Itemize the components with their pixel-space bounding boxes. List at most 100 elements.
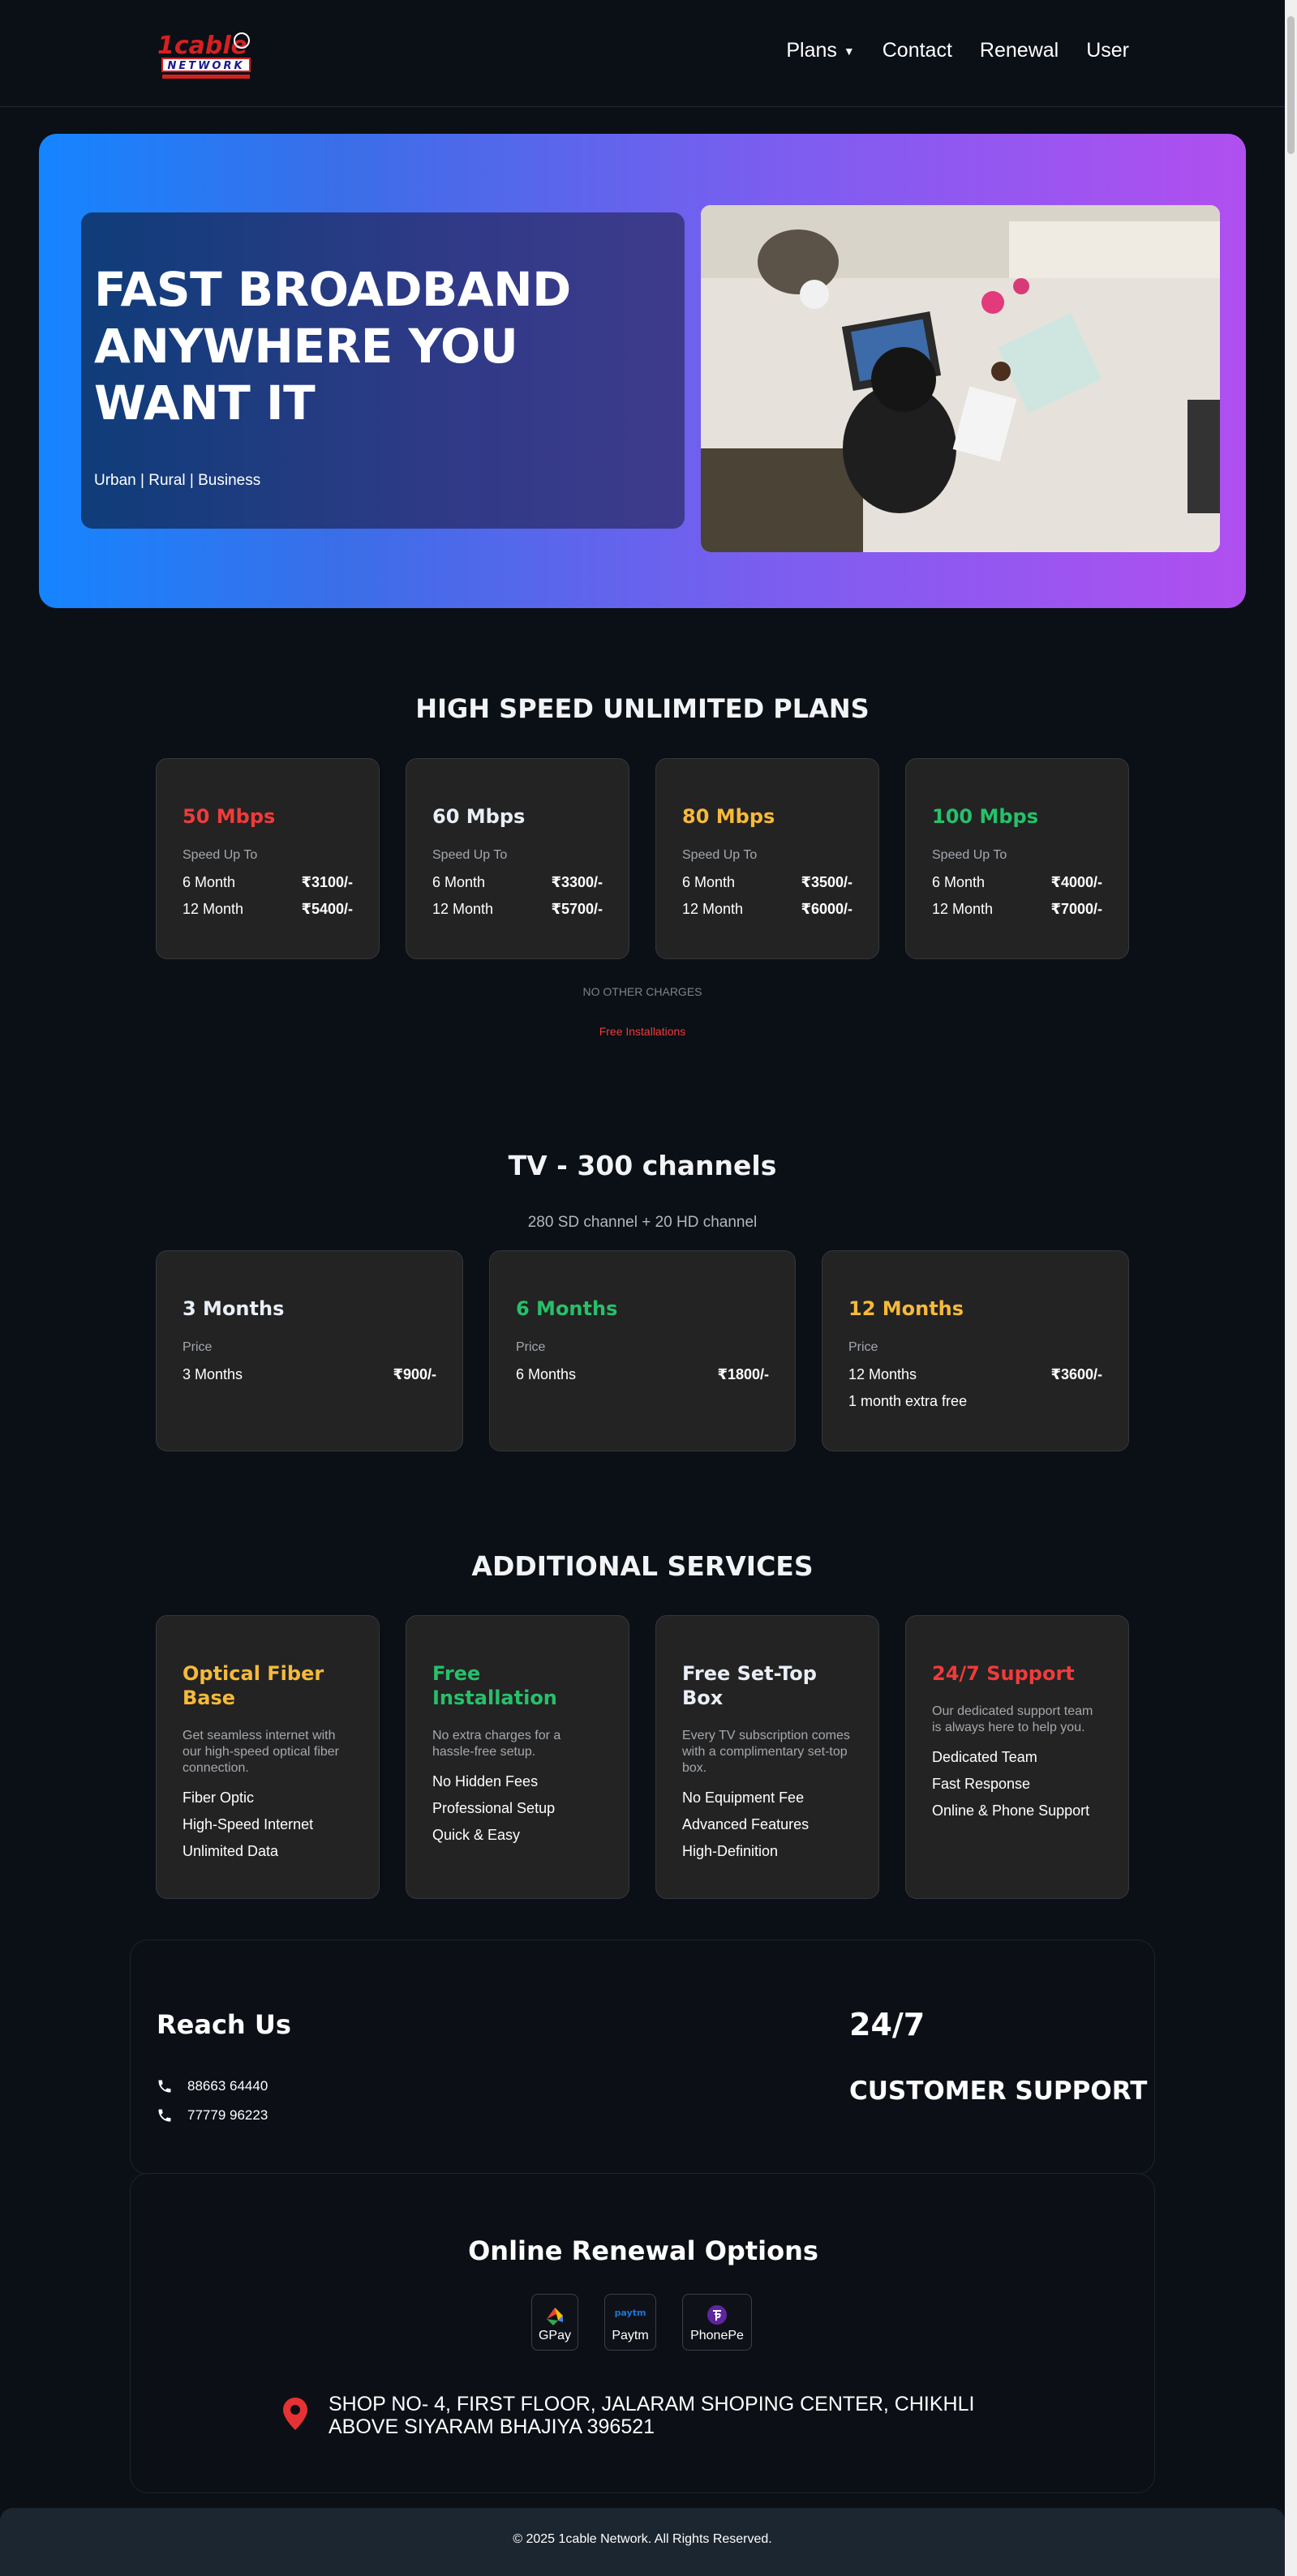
- plan-price: ₹7000/-: [1050, 901, 1102, 917]
- service-feature: Unlimited Data: [183, 1843, 279, 1859]
- hero-image: [701, 205, 1220, 552]
- hero-subtitle: Urban | Rural | Business: [94, 472, 261, 489]
- plan-card[interactable]: 60 Mbps Speed Up To 6 Month ₹3300/- 12 Mo…: [406, 758, 629, 959]
- services-heading: ADDITIONAL SERVICES: [471, 1550, 814, 1582]
- phonepe-label: PhonePe: [690, 2329, 744, 2342]
- tv-plan-card[interactable]: 12 Months Price 12 Months ₹3600/- 1 month…: [822, 1250, 1129, 1451]
- service-feature: No Hidden Fees: [432, 1773, 539, 1789]
- copyright-text: © 2025 1cable Network. All Rights Reserv…: [513, 2532, 772, 2546]
- service-title: Free Set-Top Box: [682, 1662, 817, 1709]
- nav-plans[interactable]: Plans ▼: [786, 39, 854, 62]
- phonepe-option[interactable]: PhonePe: [682, 2294, 752, 2351]
- nav-links: Plans ▼ Contact Renewal User: [786, 39, 1129, 62]
- tv-heading: TV - 300 channels: [508, 1150, 777, 1181]
- tv-plan-bonus: 1 month extra free: [848, 1393, 968, 1409]
- phone-number-1[interactable]: 88663 64440: [157, 2078, 268, 2094]
- tv-plan-label: Price: [183, 1340, 213, 1354]
- plan-price: ₹4000/-: [1050, 874, 1102, 890]
- service-feature: Fast Response: [932, 1776, 1031, 1792]
- gpay-option[interactable]: GPay: [531, 2294, 578, 2351]
- service-feature: Dedicated Team: [932, 1749, 1037, 1765]
- phone-icon: [158, 2109, 171, 2122]
- nav-plans-label[interactable]: Plans: [786, 39, 837, 62]
- plan-label: Speed Up To: [432, 848, 508, 862]
- contact-section: Reach Us 88663 64440 77779 96223 24/7 CU…: [130, 1940, 1155, 2175]
- nav-contact[interactable]: Contact: [883, 39, 952, 62]
- caret-down-icon[interactable]: ▼: [844, 45, 855, 58]
- plan-speed: 80 Mbps: [682, 805, 775, 828]
- service-card: Free Set-Top Box Every TV subscription c…: [655, 1615, 879, 1899]
- service-description: Our dedicated support team is always her…: [932, 1704, 1093, 1734]
- service-card: Free Installation No extra charges for a…: [406, 1615, 629, 1899]
- plan-row-6m: 6 Month ₹3300/-: [432, 874, 603, 891]
- service-features: No Hidden Fees Professional Setup Quick …: [432, 1768, 603, 1849]
- reach-us-heading: Reach Us: [157, 2009, 291, 2040]
- plan-speed: 100 Mbps: [932, 805, 1038, 828]
- svg-text:1cable: 1cable: [157, 32, 247, 60]
- service-features: Fiber Optic High-Speed Internet Unlimite…: [183, 1785, 353, 1865]
- address-line-2: ABOVE SIYARAM BHAJIYA 396521: [329, 2415, 655, 2438]
- page-scrollbar[interactable]: [1285, 0, 1297, 2576]
- service-feature: Professional Setup: [432, 1800, 556, 1816]
- plan-term: 6 Month: [183, 874, 236, 890]
- plan-speed: 60 Mbps: [432, 805, 526, 828]
- gpay-label: GPay: [538, 2329, 571, 2342]
- scrollbar-thumb[interactable]: [1287, 16, 1295, 154]
- tv-plan-card[interactable]: 3 Months Price 3 Months ₹900/-: [156, 1250, 463, 1451]
- phone-icon: [158, 2080, 171, 2093]
- service-feature: High-Speed Internet: [183, 1816, 314, 1832]
- paytm-option[interactable]: paytm Paytm: [604, 2294, 656, 2351]
- no-other-charges-note: NO OTHER CHARGES: [582, 985, 702, 998]
- plan-row-6m: 6 Month ₹3100/-: [183, 874, 353, 891]
- plan-card[interactable]: 50 Mbps Speed Up To 6 Month ₹3100/- 12 Mo…: [156, 758, 380, 959]
- plan-term: 6 Month: [682, 874, 736, 890]
- svg-text:paytm: paytm: [615, 2308, 646, 2318]
- phone-number-2[interactable]: 77779 96223: [157, 2107, 268, 2124]
- shop-address: SHOP NO- 4, FIRST FLOOR, JALARAM SHOPING…: [329, 2393, 974, 2438]
- top-navbar: 1cable NETWORK Plans ▼ Contact Renewal U…: [0, 0, 1285, 107]
- tv-plan-term: 6 Months: [516, 1366, 577, 1382]
- service-title: 24/7 Support: [932, 1662, 1075, 1685]
- tv-plan-title: 12 Months: [848, 1297, 964, 1320]
- tv-plan-row: 6 Months ₹1800/-: [516, 1366, 769, 1383]
- plan-price: ₹3300/-: [551, 874, 603, 890]
- brand-logo[interactable]: 1cable NETWORK: [156, 29, 255, 88]
- plan-row-6m: 6 Month ₹3500/-: [682, 874, 852, 891]
- service-description: Every TV subscription comes with a compl…: [682, 1729, 850, 1775]
- service-feature: High-Definition: [682, 1843, 779, 1859]
- service-card: 24/7 Support Our dedicated support team …: [905, 1615, 1129, 1899]
- hero-title: FAST BROADBAND ANYWHERE YOU WANT IT: [94, 262, 571, 431]
- gpay-icon: [547, 2308, 563, 2325]
- service-feature: Fiber Optic: [183, 1789, 255, 1806]
- renewal-heading: Online Renewal Options: [468, 2235, 818, 2266]
- tv-plan-title: 3 Months: [183, 1297, 285, 1320]
- tv-plan-row: 3 Months ₹900/-: [183, 1366, 436, 1383]
- service-feature: Advanced Features: [682, 1816, 810, 1832]
- address-line-1: SHOP NO- 4, FIRST FLOOR, JALARAM SHOPING…: [329, 2393, 975, 2415]
- tv-plan-label: Price: [848, 1340, 878, 1354]
- tv-plan-price: ₹1800/-: [717, 1366, 769, 1382]
- service-card: Optical Fiber Base Get seamless internet…: [156, 1615, 380, 1899]
- plan-term: 6 Month: [932, 874, 986, 890]
- free-installations-note: Free Installations: [599, 1025, 686, 1038]
- plan-price: ₹3100/-: [301, 874, 353, 890]
- plan-card[interactable]: 100 Mbps Speed Up To 6 Month ₹4000/- 12 M…: [905, 758, 1129, 959]
- svg-text:NETWORK: NETWORK: [167, 60, 244, 72]
- support-hours: 24/7: [849, 2007, 926, 2042]
- nav-user[interactable]: User: [1086, 39, 1129, 62]
- location-pin-icon: [283, 2398, 307, 2430]
- service-title: Free Installation: [432, 1662, 557, 1709]
- tv-subheading: 280 SD channel + 20 HD channel: [527, 1214, 758, 1231]
- phonepe-icon: [707, 2305, 727, 2325]
- tv-plan-card[interactable]: 6 Months Price 6 Months ₹1800/-: [489, 1250, 796, 1451]
- plan-card[interactable]: 80 Mbps Speed Up To 6 Month ₹3500/- 12 Mo…: [655, 758, 879, 959]
- phone-text[interactable]: 77779 96223: [187, 2107, 268, 2124]
- nav-renewal[interactable]: Renewal: [980, 39, 1059, 62]
- service-title: Optical Fiber Base: [183, 1662, 324, 1709]
- plan-term: 12 Month: [183, 901, 244, 917]
- plan-price: ₹5400/-: [301, 901, 353, 917]
- service-description: No extra charges for a hassle-free setup…: [432, 1729, 561, 1759]
- service-description: Get seamless internet with our high-spee…: [183, 1729, 340, 1775]
- phone-text[interactable]: 88663 64440: [187, 2078, 268, 2094]
- plan-row-12m: 12 Month ₹5700/-: [432, 901, 603, 918]
